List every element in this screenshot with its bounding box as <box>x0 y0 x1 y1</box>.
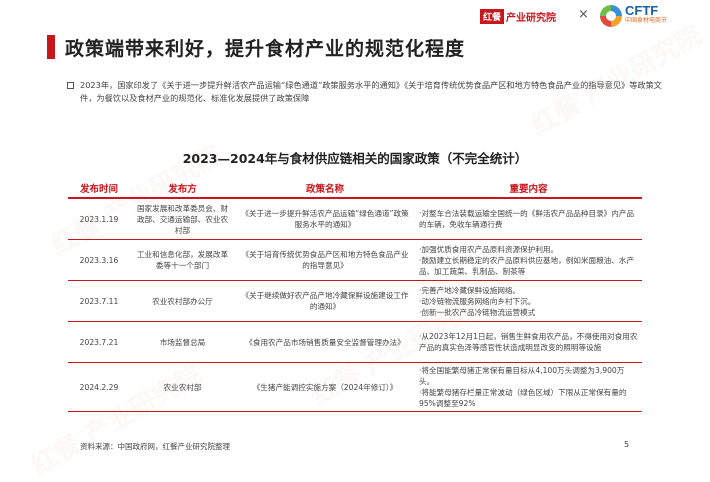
cftf-mark-icon <box>600 5 622 27</box>
logo-red-box: 红餐 <box>480 8 505 24</box>
intro-paragraph: 2023年，国家印发了《关于进一步提升鲜活农产品运输“绿色通道”政策服务水平的通… <box>67 79 678 105</box>
cell-policy: 《生猪产能调控实施方案（2024年修订）》 <box>235 362 415 412</box>
content-line: ·从2023年12月1日起，销售生鲜食用农产品，不得使用对食用农产品的真实色泽等… <box>419 332 638 352</box>
cell-issuer: 农业农村部 <box>130 362 235 412</box>
hongcan-logo: 红餐 产业研究院 <box>480 8 556 24</box>
cell-content: ·完善产地冷藏保鲜设施网络。 ·动冷链物流服务网络向乡村下沉。 ·创新一批农产品… <box>415 280 642 322</box>
page-number: 5 <box>624 440 630 449</box>
logo-red-text: 产业研究院 <box>506 12 557 24</box>
cell-policy: 《关于进一步提升鲜活农产品运输“绿色通道”政策服务水平的通知》 <box>235 198 415 240</box>
header-content: 重要内容 <box>415 178 642 199</box>
content-line: ·创新一批农产品冷链物流运营模式 <box>419 307 536 317</box>
content-line: ·将全国能繁母猪正常保有量目标从4,100万头调整为3,900万头。 <box>419 366 625 386</box>
table-row: 2023.3.16 工业和信息化部，发展改革委等十一个部门 《关于培育传统优势食… <box>68 239 642 281</box>
title-accent-bar <box>47 35 55 59</box>
policy-table: 发布时间 发布方 政策名称 重要内容 2023.1.19 国家发展和改革委员会、… <box>68 178 642 412</box>
cell-policy: 《关于培育传统优势食品产区和地方特色食品产业的指导意见》 <box>235 239 415 281</box>
cell-content: ·对整车合法装载运输全国统一的《鲜活农产品品种目录》内产品的车辆，免收车辆通行费 <box>415 198 642 240</box>
cell-policy: 《关于继续做好农产品产地冷藏保鲜设施建设工作的通知》 <box>235 280 415 322</box>
cell-date: 2024.2.29 <box>68 362 130 412</box>
source-note: 资料来源：中国政府网，红餐产业研究院整理 <box>80 442 230 451</box>
content-line: ·对整车合法装载运输全国统一的《鲜活农产品品种目录》内产品的车辆，免收车辆通行费 <box>419 209 635 229</box>
cell-date: 2023.3.16 <box>68 239 130 281</box>
table-header-row: 发布时间 发布方 政策名称 重要内容 <box>68 178 642 199</box>
page-title: 政策端带来利好，提升食材产业的规范化程度 <box>65 38 466 60</box>
cell-date: 2023.7.21 <box>68 321 130 363</box>
content-line: ·将能繁母猪存栏量正常波动（绿色区域）下限从正常保有量的95%调整至92% <box>419 388 627 408</box>
table-row: 2023.7.21 市场监督总局 《食用农产品市场销售质量安全监督管理办法》 ·… <box>68 321 642 363</box>
table-row: 2023.1.19 国家发展和改革委员会、财政部、交通运输部、农业农村部 《关于… <box>68 198 642 240</box>
content-line: ·鼓励建立长期稳定的农产品原料供应基地，例如米面粮油、水产品、加工蔬菜、乳制品、… <box>419 255 635 276</box>
table-title: 2023—2024年与食材供应链相关的国家政策（不完全统计） <box>182 151 528 166</box>
cell-policy: 《食用农产品市场销售质量安全监督管理办法》 <box>235 321 415 363</box>
cell-issuer: 国家发展和改革委员会、财政部、交通运输部、农业农村部 <box>130 198 235 240</box>
content-line: ·加强优质食用农产品原料资源保护利用。 <box>419 244 559 254</box>
cell-issuer: 工业和信息化部，发展改革委等十一个部门 <box>130 239 235 281</box>
content-line: ·完善产地冷藏保鲜设施网络。 <box>419 285 521 295</box>
cell-content: ·从2023年12月1日起，销售生鲜食用农产品，不得使用对食用农产品的真实色泽等… <box>415 321 642 363</box>
cell-date: 2023.1.19 <box>68 198 130 240</box>
cell-issuer: 市场监督总局 <box>130 321 235 363</box>
header: 红餐 产业研究院 × CFTF 中国食材电商节 <box>0 0 710 30</box>
header-date: 发布时间 <box>68 178 130 199</box>
cell-content: ·将全国能繁母猪正常保有量目标从4,100万头调整为3,900万头。 ·将能繁母… <box>415 362 642 412</box>
header-issuer: 发布方 <box>130 178 235 199</box>
cell-content: ·加强优质食用农产品原料资源保护利用。 ·鼓励建立长期稳定的农产品原料供应基地，… <box>415 239 642 281</box>
cftf-logo: CFTF 中国食材电商节 <box>600 3 668 27</box>
content-line: ·动冷链物流服务网络向乡村下沉。 <box>419 296 536 306</box>
header-policy: 政策名称 <box>235 178 415 199</box>
cell-issuer: 农业农村部办公厅 <box>130 280 235 322</box>
square-bullet-icon <box>67 82 74 89</box>
cell-date: 2023.7.11 <box>68 280 130 322</box>
cftf-logo-text: CFTF <box>625 3 659 18</box>
table-row: 2023.7.11 农业农村部办公厅 《关于继续做好农产品产地冷藏保鲜设施建设工… <box>68 280 642 322</box>
table-row: 2024.2.29 农业农村部 《生猪产能调控实施方案（2024年修订）》 ·将… <box>68 362 642 412</box>
cftf-logo-subtext: 中国食材电商节 <box>625 17 668 24</box>
intro-text: 2023年，国家印发了《关于进一步提升鲜活农产品运输“绿色通道”政策服务水平的通… <box>80 80 662 103</box>
logo-separator: × <box>578 7 589 22</box>
